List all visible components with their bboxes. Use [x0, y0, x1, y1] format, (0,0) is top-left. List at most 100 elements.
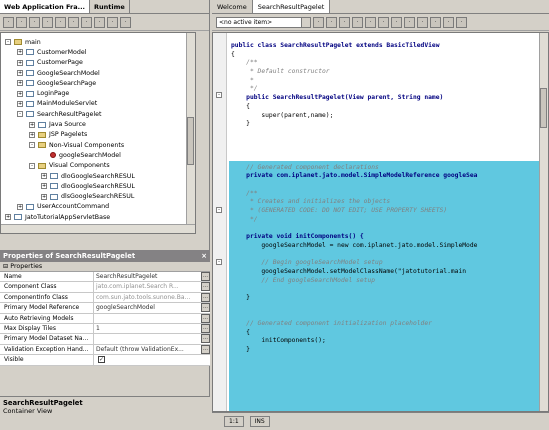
- tree-node[interactable]: + UserAccountCommand: [1, 202, 195, 212]
- copy-icon[interactable]: ·: [42, 16, 53, 28]
- tab-web-application-framework[interactable]: Web Application Fra...: [0, 0, 91, 13]
- properties-icon[interactable]: ·: [16, 16, 27, 28]
- code-line[interactable]: [231, 311, 541, 320]
- macro-icon[interactable]: ·: [430, 16, 441, 28]
- tree-node[interactable]: googleSearchModel: [1, 150, 195, 160]
- expand-icon[interactable]: +: [17, 70, 23, 77]
- property-value[interactable]: com.sun.jato.tools.sunone.Ba...: [94, 293, 201, 302]
- code-line[interactable]: [231, 129, 541, 138]
- code-line[interactable]: }: [231, 346, 541, 355]
- expand-icon[interactable]: +: [17, 90, 23, 97]
- code-line[interactable]: */: [231, 216, 541, 225]
- code-line[interactable]: [231, 224, 541, 233]
- next-icon[interactable]: ·: [365, 16, 376, 28]
- properties-section-header[interactable]: ⊟ Properties: [0, 262, 210, 272]
- ellipsis-button[interactable]: …: [201, 272, 210, 281]
- tree-node[interactable]: + Java Source: [1, 119, 195, 129]
- code-line[interactable]: }: [231, 294, 541, 303]
- code-line[interactable]: public class SearchResultPagelet extends…: [231, 42, 541, 51]
- editor-vertical-scrollbar[interactable]: [539, 33, 548, 411]
- code-line[interactable]: private com.iplanet.jato.model.SimpleMod…: [231, 172, 541, 181]
- expand-icon[interactable]: +: [41, 193, 47, 200]
- tree-node[interactable]: + CustomerPage: [1, 58, 195, 68]
- ellipsis-button[interactable]: …: [201, 313, 210, 323]
- property-value[interactable]: ✓: [94, 355, 210, 364]
- code-line[interactable]: // Begin googleSearchModel setup: [231, 259, 541, 268]
- code-line[interactable]: public SearchResultPagelet(View parent, …: [231, 94, 541, 103]
- code-line[interactable]: initComponents();: [231, 337, 541, 346]
- cut-icon[interactable]: ·: [29, 16, 40, 28]
- down-icon[interactable]: ·: [94, 16, 105, 28]
- bookmark-icon[interactable]: ·: [339, 16, 350, 28]
- code-line[interactable]: private void initComponents() {: [231, 233, 541, 242]
- property-row[interactable]: Max Display Tiles 1…: [0, 323, 210, 335]
- code-line[interactable]: {: [231, 51, 541, 60]
- code-line[interactable]: /**: [231, 59, 541, 68]
- paste-icon[interactable]: ·: [55, 16, 66, 28]
- outdent-icon[interactable]: ·: [391, 16, 402, 28]
- collapse-icon[interactable]: -: [17, 111, 23, 118]
- editor-scroll-thumb[interactable]: [540, 88, 547, 128]
- property-row[interactable]: Validation Exception Hand... Default (thr…: [0, 344, 210, 356]
- tree-node[interactable]: + dlsGoogleSearchRESUL: [1, 191, 195, 201]
- stop-icon[interactable]: ·: [456, 16, 467, 28]
- collapse-icon[interactable]: -: [29, 142, 35, 149]
- tab-welcome[interactable]: Welcome: [212, 0, 253, 13]
- find-icon[interactable]: ·: [313, 16, 324, 28]
- code-line[interactable]: *: [231, 77, 541, 86]
- property-value[interactable]: jato.com.iplanet.Search R...: [94, 282, 201, 291]
- fold-icon[interactable]: -: [216, 92, 222, 98]
- ellipsis-button[interactable]: …: [201, 344, 210, 354]
- property-row[interactable]: ComponentInfo Class com.sun.jato.tools.su…: [0, 292, 210, 304]
- property-row[interactable]: Primary Model Reference googleSearchModel…: [0, 303, 210, 314]
- replace-icon[interactable]: ·: [326, 16, 337, 28]
- code-line[interactable]: super(parent,name);: [231, 112, 541, 121]
- property-row[interactable]: Auto Retrieving Models…: [0, 313, 210, 324]
- tree-node[interactable]: - SearchResultPagelet: [1, 109, 195, 119]
- ellipsis-button[interactable]: …: [201, 334, 210, 344]
- tree-node[interactable]: + JSP Pagelets: [1, 130, 195, 140]
- expand-icon[interactable]: +: [17, 59, 23, 66]
- code-line[interactable]: [231, 181, 541, 190]
- fold-icon[interactable]: -: [216, 259, 222, 265]
- ellipsis-button[interactable]: …: [201, 292, 210, 302]
- code-line[interactable]: // End googleSearchModel setup: [231, 277, 541, 286]
- property-row[interactable]: Visible ✓: [0, 355, 210, 366]
- prev-icon[interactable]: ·: [352, 16, 363, 28]
- code-line[interactable]: googleSearchModel.setModelClassName("jat…: [231, 268, 541, 277]
- tab-search-result-pagelet[interactable]: SearchResultPagelet: [252, 0, 331, 13]
- uncomment-icon[interactable]: ·: [417, 16, 428, 28]
- tree-node[interactable]: + JatoTutorialAppServletBase: [1, 212, 195, 222]
- code-line[interactable]: */: [231, 85, 541, 94]
- collapse-icon[interactable]: ⊟: [3, 263, 8, 270]
- ellipsis-button[interactable]: …: [201, 323, 210, 333]
- code-line[interactable]: {: [231, 329, 541, 338]
- property-value[interactable]: [94, 314, 201, 323]
- ellipsis-button[interactable]: …: [201, 303, 210, 313]
- code-line[interactable]: {: [231, 103, 541, 112]
- tree-horizontal-scrollbar[interactable]: [1, 224, 195, 233]
- tree-node[interactable]: + LoginPage: [1, 88, 195, 98]
- expand-icon[interactable]: +: [17, 203, 23, 210]
- expand-icon[interactable]: +: [17, 100, 23, 107]
- expand-icon[interactable]: +: [29, 131, 35, 138]
- code-line[interactable]: [231, 303, 541, 312]
- record-icon[interactable]: ·: [443, 16, 454, 28]
- expand-icon[interactable]: +: [5, 214, 11, 221]
- tree-vertical-scrollbar[interactable]: [186, 33, 195, 233]
- code-line[interactable]: * Creates and initializes the objects: [231, 198, 541, 207]
- tab-runtime[interactable]: Runtime: [90, 0, 130, 13]
- code-line[interactable]: * (GENERATED CODE: DO NOT EDIT; USE PROP…: [231, 207, 541, 216]
- up-icon[interactable]: ·: [81, 16, 92, 28]
- expand-icon[interactable]: +: [41, 183, 47, 190]
- property-value[interactable]: googleSearchModel: [94, 303, 201, 312]
- tree-node[interactable]: + dloGoogleSearchRESUL: [1, 181, 195, 191]
- code-text[interactable]: public class SearchResultPagelet extends…: [231, 42, 541, 355]
- collapse-icon[interactable]: -: [5, 39, 11, 46]
- delete-icon[interactable]: ·: [68, 16, 79, 28]
- collapse-icon[interactable]: -: [29, 162, 35, 169]
- run-icon[interactable]: ·: [107, 16, 118, 28]
- tree-node[interactable]: - Non-Visual Components: [1, 140, 195, 150]
- fold-icon[interactable]: -: [216, 207, 222, 213]
- property-row[interactable]: Name SearchResultPagelet…: [0, 272, 210, 283]
